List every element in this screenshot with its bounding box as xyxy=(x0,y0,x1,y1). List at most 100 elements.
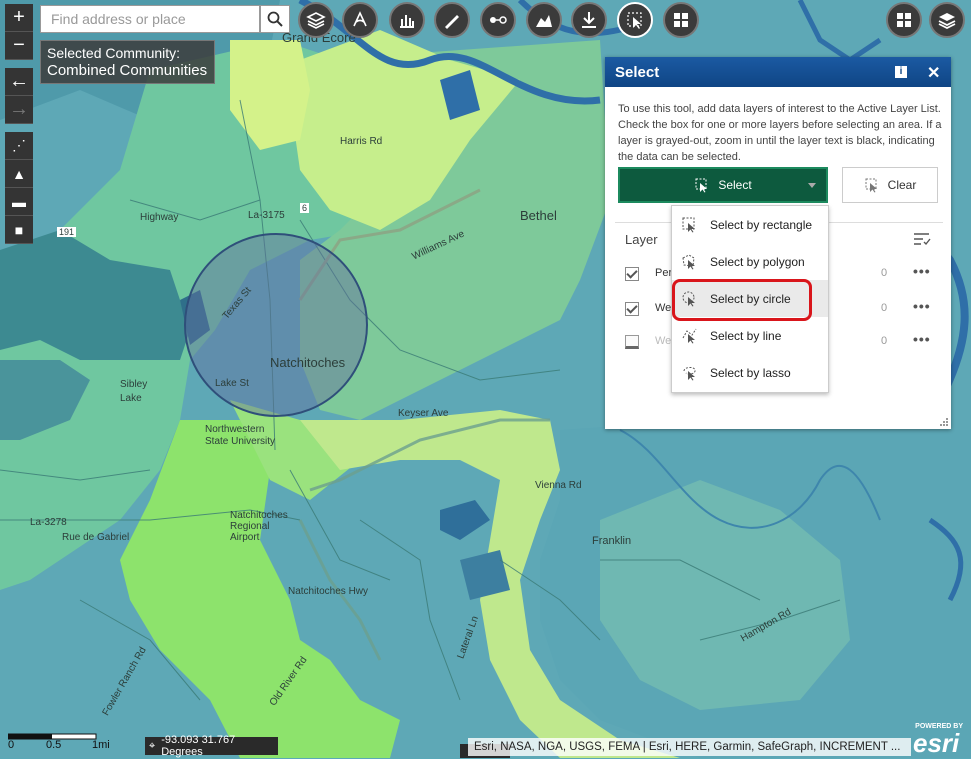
search-icon xyxy=(267,11,283,27)
more-options-icon[interactable]: ••• xyxy=(913,331,931,347)
label-natchitoches-hwy: Natchitoches Hwy xyxy=(288,586,369,597)
menu-item-rectangle[interactable]: Select by rectangle xyxy=(672,206,828,243)
label-la3175: La-3175 xyxy=(248,210,285,221)
panel-header: Select i ✕ xyxy=(605,57,951,87)
menu-item-label: Select by line xyxy=(710,328,782,343)
menu-item-line[interactable]: Select by line xyxy=(672,317,828,354)
parish-icon: ▬ xyxy=(12,193,26,210)
close-icon[interactable]: ✕ xyxy=(927,63,940,83)
layer-count: 0 xyxy=(881,302,888,314)
clear-button-label: Clear xyxy=(887,178,917,192)
select-polygon-icon xyxy=(682,253,695,269)
layers-button[interactable] xyxy=(929,2,965,38)
layer-count: 0 xyxy=(881,335,888,347)
highlight-box xyxy=(672,279,812,321)
label-la3278: La-3278 xyxy=(30,517,67,528)
select-rectangle-icon xyxy=(682,217,695,232)
menu-item-lasso[interactable]: Select by lasso xyxy=(672,354,828,391)
label-route-6: 6 xyxy=(300,203,310,213)
louisiana-icon: ▲ xyxy=(12,165,26,182)
menu-item-polygon[interactable]: Select by polygon xyxy=(672,243,828,280)
info-icon[interactable]: i xyxy=(895,66,907,78)
arrow-left-icon: ← xyxy=(9,70,29,92)
crosshair-icon[interactable]: ⌖ xyxy=(149,740,155,753)
layer-name: We xyxy=(655,335,672,347)
label-route-191: 191 xyxy=(57,227,77,237)
grid-icon xyxy=(897,13,911,27)
tool-chart[interactable] xyxy=(389,2,425,38)
attribution-bar[interactable]: Esri, NASA, NGA, USGS, FEMA | Esri, HERE… xyxy=(468,738,911,756)
zoom-us-button[interactable]: ■ xyxy=(5,216,33,244)
menu-item-label: Select by polygon xyxy=(710,254,805,269)
search-button[interactable] xyxy=(260,5,290,33)
label-keyser: Keyser Ave xyxy=(398,408,449,419)
more-options-icon[interactable]: ••• xyxy=(913,298,931,314)
resize-handle-icon[interactable] xyxy=(939,417,949,427)
scale-bar: 0 0.5 1mi xyxy=(8,733,110,751)
community-value: Combined Communities xyxy=(47,62,208,79)
label-sibley-lake: Sibley Lake xyxy=(120,379,148,404)
measure-icon xyxy=(353,11,367,27)
esri-wordmark: esri xyxy=(913,728,960,758)
zoom-out-button[interactable]: − xyxy=(5,32,33,60)
coordinates-text: -93.093 31.767 Degrees xyxy=(161,734,236,758)
menu-item-label: Select by lasso xyxy=(710,365,791,380)
label-vienna: Vienna Rd xyxy=(535,480,582,491)
layer-checkbox[interactable] xyxy=(625,267,639,281)
zoom-region-button[interactable]: ⋰ xyxy=(5,132,33,160)
select-lasso-icon xyxy=(683,366,696,380)
label-highway: Highway xyxy=(140,212,179,223)
pen-icon xyxy=(445,15,459,29)
tool-layers-list[interactable] xyxy=(298,2,334,38)
clear-button[interactable]: Clear xyxy=(842,167,938,203)
basemap-gallery-button[interactable] xyxy=(886,2,922,38)
chevron-down-icon xyxy=(808,183,816,188)
label-lake-st: Lake St xyxy=(215,378,249,389)
more-options-icon[interactable]: ••• xyxy=(913,263,931,279)
clear-selection-icon xyxy=(865,178,877,193)
bar-chart-icon xyxy=(400,15,414,28)
scale-zero: 0 xyxy=(8,739,15,751)
label-harris: Harris Rd xyxy=(340,136,383,147)
panel-title: Select xyxy=(615,63,660,81)
zoom-in-button[interactable]: + xyxy=(5,4,33,32)
label-rue-gabriel: Rue de Gabriel xyxy=(62,532,130,543)
tool-measure[interactable] xyxy=(342,2,378,38)
arrow-right-icon: → xyxy=(9,98,29,120)
forward-extent-button[interactable]: → xyxy=(5,96,33,124)
grid-icon xyxy=(674,13,688,27)
tool-draw[interactable] xyxy=(434,2,470,38)
scale-half: 0.5 xyxy=(46,739,62,751)
back-extent-button[interactable]: ← xyxy=(5,68,33,96)
esri-logo: POWERED BY esri xyxy=(909,722,971,758)
zoom-state-button[interactable]: ▲ xyxy=(5,160,33,188)
layer-name: We xyxy=(655,302,672,314)
tool-select[interactable] xyxy=(617,2,653,38)
tool-profile[interactable] xyxy=(526,2,562,38)
select-dropdown-button[interactable]: Select xyxy=(618,167,828,203)
select-cursor-icon xyxy=(695,178,708,193)
tool-directions[interactable] xyxy=(480,2,516,38)
coordinate-readout[interactable]: ⌖ -93.093 31.767 Degrees xyxy=(145,734,278,758)
layer-checkbox[interactable] xyxy=(625,335,639,349)
community-label: Selected Community: xyxy=(47,45,181,61)
layer-checkbox[interactable] xyxy=(625,302,639,316)
menu-item-label: Select by rectangle xyxy=(710,217,813,232)
filter-list-icon[interactable] xyxy=(913,231,931,247)
label-franklin: Franklin xyxy=(592,535,632,547)
label-bethel: Bethel xyxy=(520,208,557,223)
tool-download[interactable] xyxy=(571,2,607,38)
panel-instructions: To use this tool, add data layers of int… xyxy=(618,103,942,163)
label-regional-airport: Natchitoches Regional Airport xyxy=(230,510,288,543)
select-button-label: Select xyxy=(718,178,752,192)
elevation-profile-icon xyxy=(536,15,552,27)
route-icon xyxy=(490,16,507,24)
layer-count: 0 xyxy=(881,267,888,279)
select-line-icon xyxy=(682,328,697,343)
region-icon: ⋰ xyxy=(12,137,26,153)
zoom-parish-button[interactable]: ▬ xyxy=(5,188,33,216)
usa-map-icon: ■ xyxy=(14,221,24,238)
selected-community-box: Selected Community: Combined Communities xyxy=(40,40,215,84)
tool-apps[interactable] xyxy=(663,2,699,38)
search-input[interactable]: Find address or place xyxy=(40,5,260,33)
